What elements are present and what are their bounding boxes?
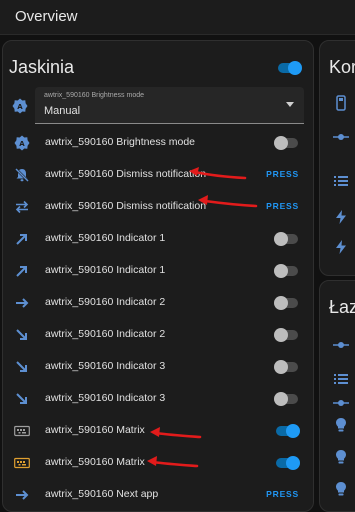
brightness-auto-icon: A: [12, 98, 28, 114]
press-button[interactable]: PRESS: [266, 489, 299, 499]
card-title: Jaskinia: [9, 57, 75, 77]
commit-icon: [333, 337, 349, 353]
entity-row-dismiss-notification[interactable]: awtrix_590160 Dismiss notification PRESS: [3, 159, 313, 191]
entity-row-indicator-3[interactable]: awtrix_590160 Indicator 3: [3, 351, 313, 383]
entity-row-brightness-mode[interactable]: A awtrix_590160 Brightness mode: [3, 127, 313, 159]
entity-name: awtrix_590160 Matrix: [45, 424, 145, 436]
entity-row-indicator-1[interactable]: awtrix_590160 Indicator 1: [3, 255, 313, 287]
card-title: Kor: [329, 57, 355, 77]
arrow-up-right-icon: [14, 263, 30, 279]
entity-toggle[interactable]: [274, 424, 300, 438]
entity-name: awtrix_590160 Indicator 3: [45, 360, 166, 372]
arrow-right-icon: [14, 487, 30, 503]
led-matrix-icon: [14, 455, 30, 471]
lightbulb-icon: [333, 449, 349, 465]
entity-name: awtrix_590160 Dismiss notification: [45, 200, 207, 212]
room-card-side: Kor: [319, 40, 355, 276]
annotation-arrow: [150, 427, 202, 439]
commit-icon: [333, 395, 349, 411]
annotation-arrow: [198, 195, 258, 208]
select-value: Manual: [44, 105, 81, 117]
entity-row-indicator-1[interactable]: awtrix_590160 Indicator 1: [3, 223, 313, 255]
arrow-down-right-icon: [14, 391, 30, 407]
entity-toggle[interactable]: [274, 264, 300, 278]
page-title: Overview: [15, 8, 78, 25]
card-master-toggle[interactable]: [276, 61, 302, 75]
svg-text:A: A: [17, 103, 23, 111]
flash-icon: [333, 209, 349, 225]
entity-name: awtrix_590160 Indicator 2: [45, 328, 166, 340]
card-title: Łaz: [329, 297, 355, 317]
led-matrix-icon: [14, 423, 30, 439]
entity-toggle[interactable]: [274, 296, 300, 310]
entity-name: awtrix_590160 Indicator 3: [45, 392, 166, 404]
entity-name: awtrix_590160 Matrix: [45, 456, 145, 468]
entity-toggle[interactable]: [274, 392, 300, 406]
brightness-auto-icon: A: [14, 135, 30, 151]
bell-off-icon: [14, 167, 30, 183]
room-card-jaskinia: Jaskinia A awtrix_590160 Brightness mode…: [2, 40, 314, 512]
remote-icon: [333, 95, 349, 111]
entity-name: awtrix_590160 Dismiss notification: [45, 168, 207, 180]
svg-text:A: A: [19, 140, 25, 148]
entity-toggle[interactable]: [274, 456, 300, 470]
entity-row-indicator-3[interactable]: awtrix_590160 Indicator 3: [3, 383, 313, 415]
brightness-mode-select[interactable]: awtrix_590160 Brightness mode Manual: [35, 87, 304, 124]
entity-toggle[interactable]: [274, 232, 300, 246]
list-icon: [333, 371, 349, 387]
entity-name: awtrix_590160 Brightness mode: [45, 136, 196, 148]
arrow-up-right-icon: [14, 231, 30, 247]
list-icon: [333, 173, 349, 189]
commit-icon: [333, 129, 349, 145]
entity-toggle[interactable]: [274, 360, 300, 374]
room-card-side: Łaz: [319, 280, 355, 512]
entity-name: awtrix_590160 Indicator 1: [45, 264, 166, 276]
lightbulb-icon: [333, 481, 349, 497]
flash-icon: [333, 239, 349, 255]
press-button[interactable]: PRESS: [266, 201, 299, 211]
entity-row-indicator-2[interactable]: awtrix_590160 Indicator 2: [3, 319, 313, 351]
entity-name: awtrix_590160 Indicator 1: [45, 232, 166, 244]
entity-row-indicator-2[interactable]: awtrix_590160 Indicator 2: [3, 287, 313, 319]
entity-row-dismiss-notification[interactable]: awtrix_590160 Dismiss notification PRESS: [3, 191, 313, 223]
entity-name: awtrix_590160 Indicator 2: [45, 296, 166, 308]
arrow-down-right-icon: [14, 359, 30, 375]
swap-arrows-icon: [14, 199, 30, 215]
top-app-bar: Overview: [0, 0, 355, 35]
annotation-arrow: [189, 167, 247, 180]
arrow-down-right-icon: [14, 327, 30, 343]
annotation-arrow: [147, 456, 199, 468]
arrow-right-icon: [14, 295, 30, 311]
entity-toggle[interactable]: [274, 328, 300, 342]
press-button[interactable]: PRESS: [266, 169, 299, 179]
chevron-down-icon[interactable]: [286, 102, 294, 107]
entity-name: awtrix_590160 Next app: [45, 488, 159, 500]
select-label: awtrix_590160 Brightness mode: [44, 92, 145, 99]
entity-toggle[interactable]: [274, 136, 300, 150]
lightbulb-icon: [333, 417, 349, 433]
entity-row-next-app[interactable]: awtrix_590160 Next app PRESS: [3, 479, 313, 511]
